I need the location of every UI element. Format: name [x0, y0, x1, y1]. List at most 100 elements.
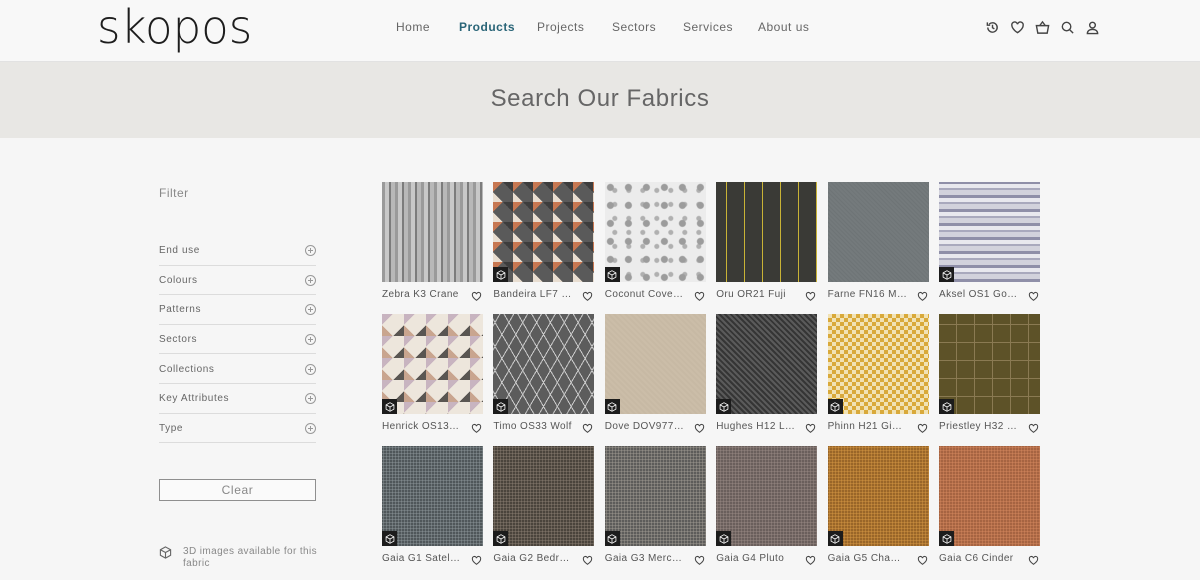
- favorite-heart-icon[interactable]: [805, 421, 816, 433]
- nav-about[interactable]: About us: [758, 20, 809, 34]
- cube-icon: [604, 531, 620, 546]
- nav-sectors[interactable]: Sectors: [612, 20, 656, 34]
- filter-end-use[interactable]: End use: [159, 236, 316, 266]
- favorite-heart-icon[interactable]: [1028, 421, 1039, 433]
- product-swatch[interactable]: [493, 182, 595, 282]
- product-swatch[interactable]: [382, 182, 483, 282]
- product-card[interactable]: Gaia G2 Bedrock: [493, 446, 595, 572]
- product-name[interactable]: Gaia C6 Cinder: [939, 553, 1019, 564]
- product-swatch[interactable]: [939, 314, 1040, 414]
- product-card[interactable]: Oru OR21 Fuji: [716, 182, 818, 308]
- favorite-heart-icon[interactable]: [805, 289, 816, 301]
- filter-sectors[interactable]: Sectors: [159, 325, 316, 355]
- product-name[interactable]: Zebra K3 Crane: [382, 289, 462, 300]
- product-swatch[interactable]: [604, 446, 706, 546]
- product-card[interactable]: Priestley H32 Owl: [939, 314, 1040, 440]
- favorite-heart-icon[interactable]: [471, 289, 482, 301]
- history-icon[interactable]: [984, 19, 1001, 36]
- product-grid: Zebra K3 Crane Bandeira LF7 Clay Coconut C…: [382, 182, 1042, 580]
- nav-products[interactable]: Products: [459, 20, 515, 34]
- favorite-heart-icon[interactable]: [582, 421, 593, 433]
- product-name[interactable]: Gaia G2 Bedrock: [493, 553, 573, 564]
- product-swatch[interactable]: [716, 314, 818, 414]
- product-swatch[interactable]: [939, 446, 1040, 546]
- product-swatch[interactable]: [827, 446, 929, 546]
- filter-key-attributes[interactable]: Key Attributes: [159, 384, 316, 414]
- product-card[interactable]: Hughes H12 Liquorice: [716, 314, 818, 440]
- filter-label: Sectors: [159, 334, 198, 346]
- favorite-heart-icon[interactable]: [694, 289, 705, 301]
- filter-label: Colours: [159, 274, 198, 286]
- product-swatch[interactable]: [939, 182, 1040, 282]
- product-swatch[interactable]: [382, 314, 483, 414]
- product-name[interactable]: Dove DOV9777 Sand: [605, 421, 685, 432]
- clear-filters-button[interactable]: Clear: [159, 479, 316, 501]
- product-name[interactable]: Gaia G5 Chameleon: [828, 553, 908, 564]
- nav-services[interactable]: Services: [683, 20, 733, 34]
- product-name[interactable]: Gaia G3 Mercury: [605, 553, 685, 564]
- product-name[interactable]: Timo OS33 Wolf: [493, 421, 573, 432]
- product-card[interactable]: Bandeira LF7 Clay: [493, 182, 595, 308]
- nav-projects[interactable]: Projects: [537, 20, 584, 34]
- product-name[interactable]: Aksel OS1 Goose: [939, 289, 1019, 300]
- nav-home[interactable]: Home: [396, 20, 430, 34]
- basket-icon[interactable]: [1034, 19, 1051, 36]
- cube-icon: [827, 531, 843, 546]
- filter-collections[interactable]: Collections: [159, 354, 316, 384]
- product-name[interactable]: Priestley H32 Owl: [939, 421, 1019, 432]
- favorite-heart-icon[interactable]: [917, 289, 928, 301]
- product-card[interactable]: Timo OS33 Wolf: [493, 314, 595, 440]
- favorite-heart-icon[interactable]: [582, 553, 593, 565]
- product-swatch[interactable]: [493, 314, 595, 414]
- product-swatch[interactable]: [382, 446, 483, 546]
- filter-type[interactable]: Type: [159, 414, 316, 444]
- product-card[interactable]: Coconut Cove Mist: [604, 182, 706, 308]
- product-swatch[interactable]: [604, 314, 706, 414]
- product-swatch[interactable]: [716, 446, 818, 546]
- product-name[interactable]: Oru OR21 Fuji: [716, 289, 796, 300]
- product-card[interactable]: Dove DOV9777 Sand: [604, 314, 706, 440]
- product-name[interactable]: Phinn H21 Ginger: [828, 421, 908, 432]
- product-swatch[interactable]: [827, 182, 929, 282]
- product-name[interactable]: Bandeira LF7 Clay: [493, 289, 573, 300]
- product-name[interactable]: Gaia G4 Pluto: [716, 553, 796, 564]
- favorite-heart-icon[interactable]: [471, 421, 482, 433]
- filter-patterns[interactable]: Patterns: [159, 295, 316, 325]
- favorite-heart-icon[interactable]: [1028, 289, 1039, 301]
- product-name[interactable]: Farne FN16 Manatee: [828, 289, 908, 300]
- favorite-heart-icon[interactable]: [1028, 553, 1039, 565]
- product-card[interactable]: Phinn H21 Ginger: [827, 314, 929, 440]
- product-card[interactable]: Henrick OS13 Umber: [382, 314, 483, 440]
- product-card[interactable]: Farne FN16 Manatee: [827, 182, 929, 308]
- favorite-heart-icon[interactable]: [471, 553, 482, 565]
- product-swatch[interactable]: [493, 446, 595, 546]
- site-header: skopos Home Products Projects Sectors Se…: [0, 0, 1200, 62]
- favorite-heart-icon[interactable]: [694, 553, 705, 565]
- favorite-heart-icon[interactable]: [917, 553, 928, 565]
- product-name[interactable]: Hughes H12 Liquorice: [716, 421, 796, 432]
- product-card[interactable]: Aksel OS1 Goose: [939, 182, 1040, 308]
- product-card[interactable]: Gaia G5 Chameleon: [827, 446, 929, 572]
- search-icon[interactable]: [1059, 19, 1076, 36]
- heart-icon[interactable]: [1009, 19, 1026, 36]
- product-card[interactable]: Zebra K3 Crane: [382, 182, 483, 308]
- favorite-heart-icon[interactable]: [805, 553, 816, 565]
- favorite-heart-icon[interactable]: [917, 421, 928, 433]
- page-title: Search Our Fabrics: [490, 85, 710, 112]
- favorite-heart-icon[interactable]: [582, 289, 593, 301]
- cube-icon: [493, 399, 509, 414]
- product-swatch[interactable]: [604, 182, 706, 282]
- product-card[interactable]: Gaia G1 Satellite: [382, 446, 483, 572]
- user-icon[interactable]: [1084, 19, 1101, 36]
- product-card[interactable]: Gaia G3 Mercury: [604, 446, 706, 572]
- product-swatch[interactable]: [716, 182, 818, 282]
- product-swatch[interactable]: [827, 314, 929, 414]
- product-name[interactable]: Henrick OS13 Umber: [382, 421, 462, 432]
- product-card[interactable]: Gaia C6 Cinder: [939, 446, 1040, 572]
- filter-colours[interactable]: Colours: [159, 266, 316, 296]
- product-name[interactable]: Gaia G1 Satellite: [382, 553, 462, 564]
- filter-label: Collections: [159, 363, 215, 375]
- product-card[interactable]: Gaia G4 Pluto: [716, 446, 818, 572]
- product-name[interactable]: Coconut Cove Mist: [605, 289, 685, 300]
- favorite-heart-icon[interactable]: [694, 421, 705, 433]
